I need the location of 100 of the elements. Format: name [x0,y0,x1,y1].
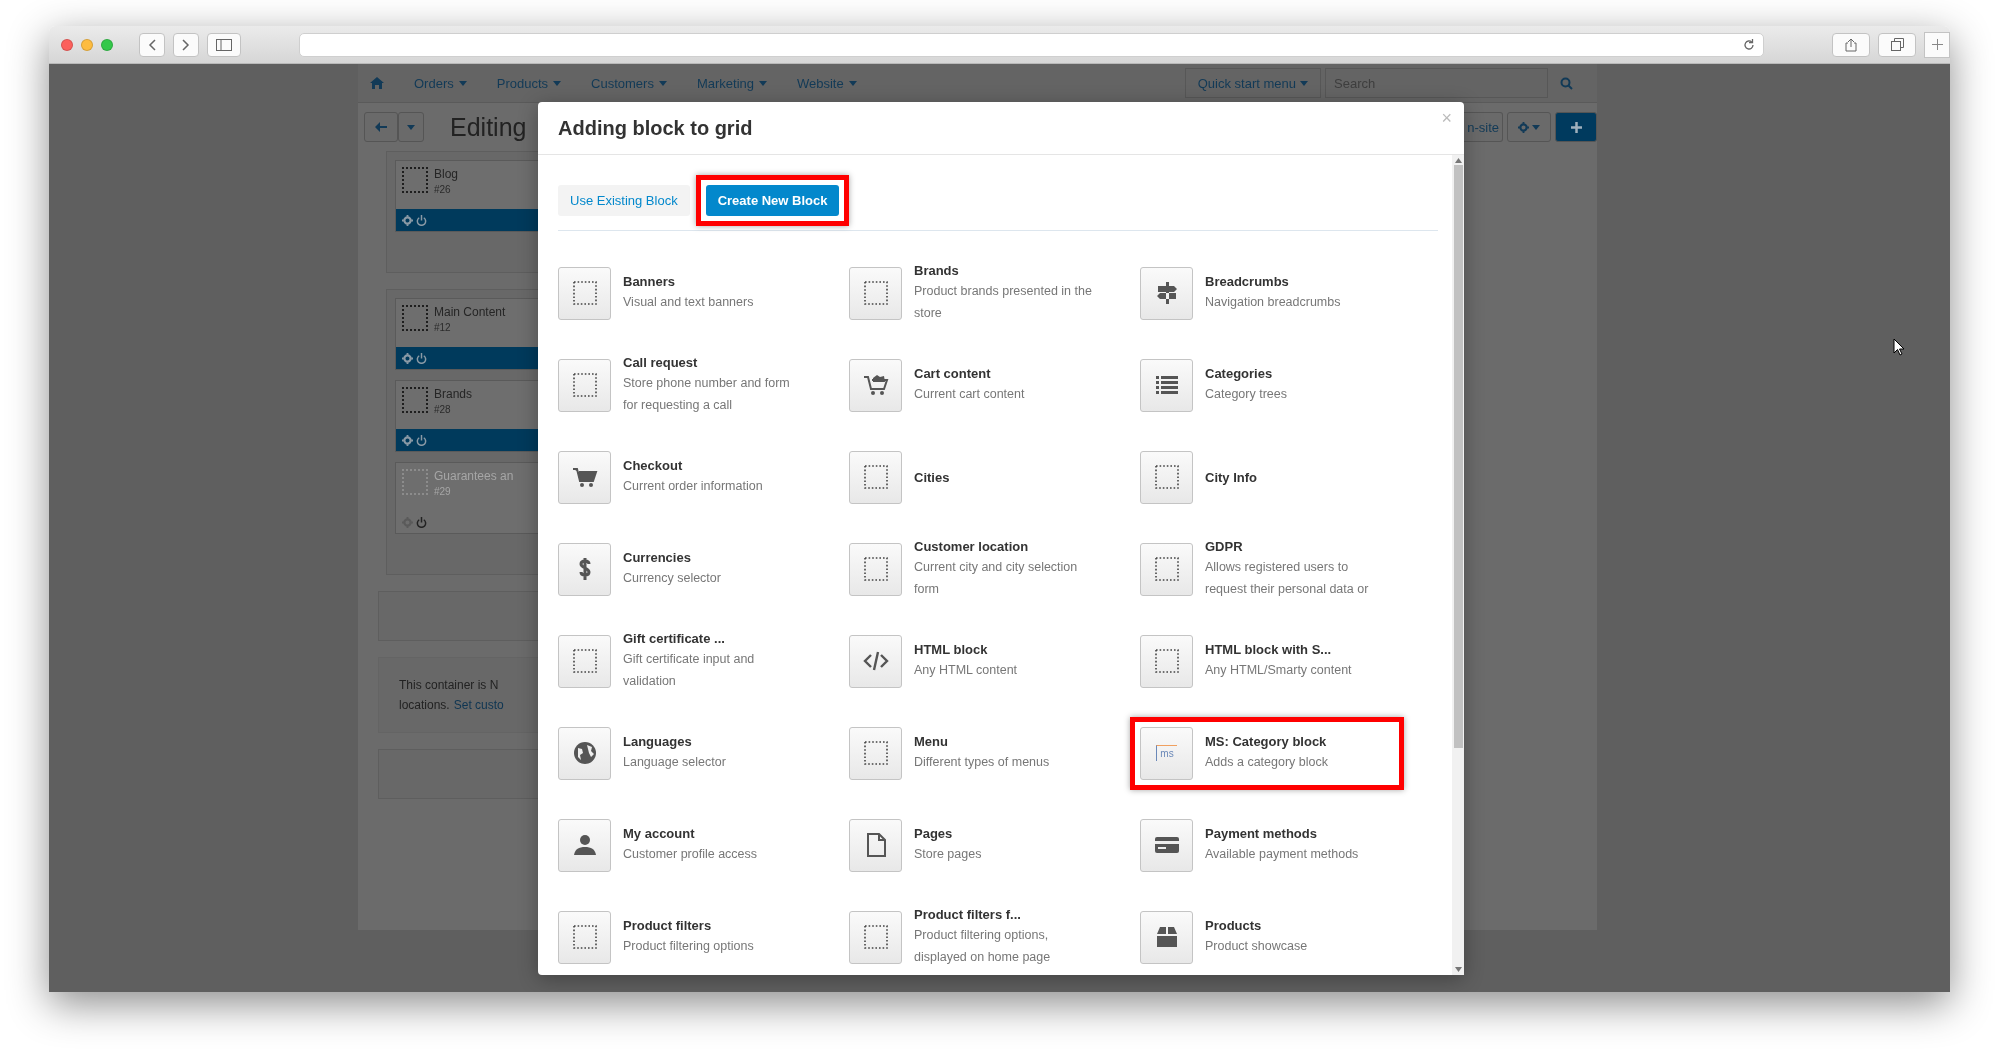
block-name: Brands [434,387,473,401]
tab[interactable]: Use Existing Block [558,185,690,216]
reload-icon[interactable] [1743,38,1755,51]
dotted-square-icon[interactable] [558,358,611,412]
block-description: Product showcase [1205,937,1309,955]
plus-icon [1570,121,1582,133]
block-title[interactable]: Customer location [914,538,1092,554]
dotted-square-icon[interactable] [558,910,611,964]
dotted-square-icon[interactable] [558,266,611,320]
block-description: Different types of menus [914,753,1051,771]
sidebar-button[interactable] [207,32,241,57]
block-description: Current order information [623,477,764,495]
block-id: #12 [434,322,452,333]
add-button[interactable] [1555,112,1597,142]
block-name: Blog [434,167,459,181]
dotted-square-icon[interactable] [849,726,902,780]
block-title[interactable]: Products [1205,917,1383,933]
block-id: #26 [434,184,452,195]
block-description: Product brands presented in the store [914,282,1092,322]
cart-icon[interactable] [849,358,902,412]
back-button[interactable] [364,112,398,142]
mouse-cursor-icon [1893,338,1905,356]
power-icon[interactable] [416,214,427,226]
block-title[interactable]: Menu [914,733,1092,749]
tab[interactable]: Create New Block [705,185,840,216]
dotted-square-icon[interactable] [849,542,902,596]
block-title[interactable]: Breadcrumbs [1205,273,1383,289]
scroll-up-arrow-icon[interactable] [1454,158,1462,163]
block-title[interactable]: Checkout [623,457,801,473]
person-icon[interactable] [558,818,611,872]
block-description: Navigation breadcrumbs [1205,293,1342,311]
notice-text: locations. [399,698,450,712]
block-title[interactable]: Currencies [623,549,801,565]
caret-icon [759,80,767,86]
block-title[interactable]: Cart content [914,365,1092,381]
block-title[interactable]: Payment methods [1205,825,1383,841]
dollar-icon[interactable] [558,542,611,596]
dotted-square-icon[interactable] [849,450,902,504]
block-title[interactable]: Pages [914,825,1092,841]
block-description: Allows registered users to request their personal data or [1205,558,1370,598]
signpost-icon[interactable] [1140,266,1193,320]
block-title[interactable]: Categories [1205,365,1383,381]
scroll-down-arrow-icon[interactable] [1454,967,1462,972]
block-title[interactable]: Call request [623,354,801,370]
list-icon[interactable] [1140,358,1193,412]
dotted-square-icon [402,469,428,495]
minimize-window-button[interactable] [81,38,93,51]
caret-icon [1300,80,1308,86]
close-window-button[interactable] [61,38,73,51]
dotted-square-icon[interactable] [1140,450,1193,504]
block-title[interactable]: HTML block with S... [1205,641,1383,657]
block-title[interactable]: City Info [1205,469,1383,485]
credit-card-icon[interactable] [1140,818,1193,872]
block-name: Main Content [434,305,506,319]
block-title[interactable]: Cities [914,469,1092,485]
block-description: Currency selector [623,569,722,587]
block-title[interactable]: Languages [623,733,801,749]
home-icon[interactable] [370,77,384,89]
dotted-square-icon[interactable] [1140,542,1193,596]
power-icon[interactable] [416,352,427,364]
forward-button[interactable] [173,32,199,57]
scrollbar[interactable] [1452,155,1464,975]
dotted-square-icon[interactable] [1140,634,1193,688]
block-title[interactable]: Brands [914,262,1092,278]
block-title[interactable]: Banners [623,273,801,289]
block-description: Store phone number and form for requesting a call [623,374,791,414]
search-icon[interactable] [1560,76,1573,90]
block-title[interactable]: Gift certificate ... [623,630,801,646]
page-title: Editing [450,112,527,142]
code-icon[interactable] [849,634,902,688]
box-icon[interactable] [1140,910,1193,964]
block-title[interactable]: My account [623,825,801,841]
block-title[interactable]: HTML block [914,641,1092,657]
caret-icon [407,124,415,130]
page-icon[interactable] [849,818,902,872]
caret-icon [458,80,467,86]
tabs-button[interactable] [1878,32,1916,57]
caret-icon [848,80,857,86]
new-tab-button[interactable] [1924,31,1950,58]
globe-icon[interactable] [558,726,611,780]
block-title[interactable]: Product filters [623,917,801,933]
block-description: Product filtering options [623,937,755,955]
block-description: Visual and text banners [623,293,755,311]
dropdown-button[interactable] [398,112,424,142]
dotted-square-icon[interactable] [558,634,611,688]
block-name: Guarantees an [434,469,514,483]
block-title[interactable]: GDPR [1205,538,1383,554]
cart-icon[interactable] [558,450,611,504]
dotted-square-icon[interactable] [849,266,902,320]
block-description: Any HTML/Smarty content [1205,661,1353,679]
block-description: Product filtering options, displayed on home page [914,926,1052,966]
back-button[interactable] [139,32,165,57]
share-button[interactable] [1832,32,1870,57]
block-title[interactable]: Product filters f... [914,906,1092,922]
block-description: Current cart content [914,385,1026,403]
power-icon[interactable] [416,434,427,446]
block-title[interactable]: MS: Category block [1205,733,1383,749]
dotted-square-icon[interactable] [849,910,902,964]
settings-button[interactable] [1507,112,1551,142]
zoom-window-button[interactable] [101,38,113,51]
